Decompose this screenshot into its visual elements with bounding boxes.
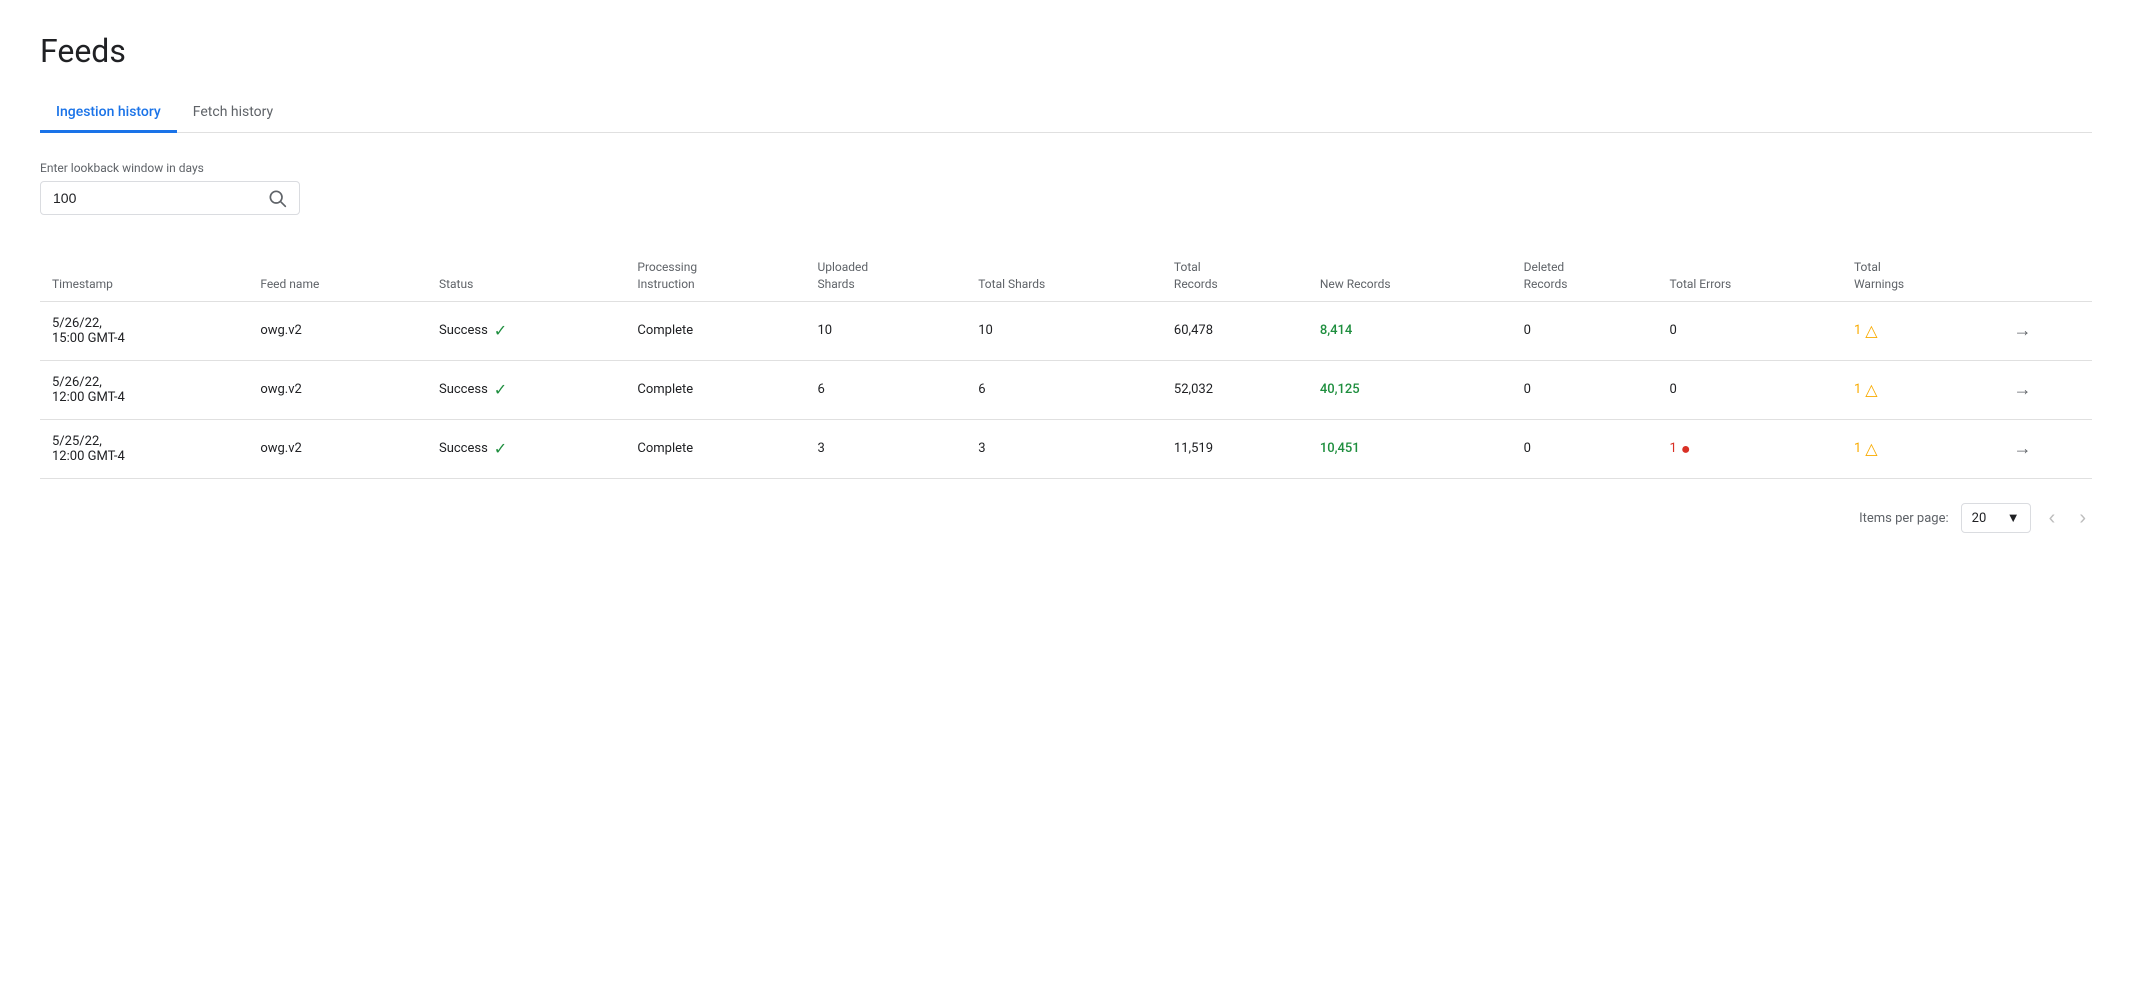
tab-ingestion-history[interactable]: Ingestion history xyxy=(40,94,177,133)
cell-total-records: 11,519 xyxy=(1162,419,1308,478)
cell-timestamp: 5/25/22, 12:00 GMT-4 xyxy=(40,419,248,478)
warning-icon: △ xyxy=(1865,380,1877,399)
cell-total-records: 60,478 xyxy=(1162,301,1308,360)
tabs-container: Ingestion history Fetch history xyxy=(40,94,2092,133)
table-row: 5/26/22, 12:00 GMT-4owg.v2 Success ✓ Comple… xyxy=(40,360,2092,419)
cell-action: → xyxy=(2002,360,2092,419)
search-button[interactable] xyxy=(267,188,287,208)
col-total-shards: Total Shards xyxy=(966,251,1162,301)
cell-deleted-records: 0 xyxy=(1512,419,1658,478)
warning-icon: △ xyxy=(1865,439,1877,458)
items-per-page-label: Items per page: xyxy=(1859,511,1949,526)
col-total-errors: Total Errors xyxy=(1658,251,1842,301)
cell-timestamp: 5/26/22, 15:00 GMT-4 xyxy=(40,301,248,360)
warning-count: 1 xyxy=(1854,382,1861,397)
cell-total-errors: 0 xyxy=(1658,301,1842,360)
row-detail-button[interactable]: → xyxy=(2014,379,2032,400)
table-row: 5/26/22, 15:00 GMT-4owg.v2 Success ✓ Comple… xyxy=(40,301,2092,360)
warning-count: 1 xyxy=(1854,323,1861,338)
tab-fetch-history[interactable]: Fetch history xyxy=(177,94,289,133)
col-total-warnings: TotalWarnings xyxy=(1842,251,2002,301)
page-title: Feeds xyxy=(40,32,2092,70)
cell-new-records: 40,125 xyxy=(1308,360,1512,419)
lookback-input[interactable] xyxy=(53,190,267,206)
col-new-records: New Records xyxy=(1308,251,1512,301)
row-detail-button[interactable]: → xyxy=(2014,438,2032,459)
new-records-value: 10,451 xyxy=(1320,441,1360,456)
cell-total-shards: 3 xyxy=(966,419,1162,478)
cell-feed-name: owg.v2 xyxy=(248,360,427,419)
new-records-value: 40,125 xyxy=(1320,382,1360,397)
status-text: Success xyxy=(439,323,488,338)
cell-total-warnings: 1 △ xyxy=(1842,419,2002,478)
col-total-records: TotalRecords xyxy=(1162,251,1308,301)
cell-status: Success ✓ xyxy=(427,360,625,419)
cell-deleted-records: 0 xyxy=(1512,360,1658,419)
cell-deleted-records: 0 xyxy=(1512,301,1658,360)
pagination-row: Items per page: 20 ▼ ‹ › xyxy=(40,503,2092,534)
lookback-label: Enter lookback window in days xyxy=(40,161,2092,175)
next-page-button[interactable]: › xyxy=(2073,503,2092,534)
status-check-icon: ✓ xyxy=(494,321,507,340)
cell-processing-instruction: Complete xyxy=(625,301,805,360)
cell-uploaded-shards: 3 xyxy=(805,419,966,478)
col-uploaded-shards: UploadedShards xyxy=(805,251,966,301)
cell-total-warnings: 1 △ xyxy=(1842,360,2002,419)
cell-total-shards: 10 xyxy=(966,301,1162,360)
col-status: Status xyxy=(427,251,625,301)
error-icon: ● xyxy=(1681,439,1691,459)
status-text: Success xyxy=(439,382,488,397)
cell-feed-name: owg.v2 xyxy=(248,419,427,478)
items-per-page-select[interactable]: 20 ▼ xyxy=(1961,503,2031,533)
status-check-icon: ✓ xyxy=(494,380,507,399)
warning-icon: △ xyxy=(1865,321,1877,340)
warning-count: 1 xyxy=(1854,441,1861,456)
cell-feed-name: owg.v2 xyxy=(248,301,427,360)
cell-action: → xyxy=(2002,301,2092,360)
cell-total-shards: 6 xyxy=(966,360,1162,419)
col-feed-name: Feed name xyxy=(248,251,427,301)
cell-status: Success ✓ xyxy=(427,301,625,360)
cell-uploaded-shards: 10 xyxy=(805,301,966,360)
cell-status: Success ✓ xyxy=(427,419,625,478)
cell-new-records: 10,451 xyxy=(1308,419,1512,478)
col-action xyxy=(2002,251,2092,301)
table-row: 5/25/22, 12:00 GMT-4owg.v2 Success ✓ Comple… xyxy=(40,419,2092,478)
cell-new-records: 8,414 xyxy=(1308,301,1512,360)
cell-processing-instruction: Complete xyxy=(625,360,805,419)
col-deleted-records: DeletedRecords xyxy=(1512,251,1658,301)
col-processing-instruction: ProcessingInstruction xyxy=(625,251,805,301)
search-icon xyxy=(267,188,287,208)
prev-page-button[interactable]: ‹ xyxy=(2043,503,2062,534)
new-records-value: 8,414 xyxy=(1320,323,1352,338)
cell-total-records: 52,032 xyxy=(1162,360,1308,419)
cell-total-warnings: 1 △ xyxy=(1842,301,2002,360)
items-per-page-value: 20 xyxy=(1972,511,1987,526)
status-check-icon: ✓ xyxy=(494,439,507,458)
cell-timestamp: 5/26/22, 12:00 GMT-4 xyxy=(40,360,248,419)
ingestion-table: Timestamp Feed name Status ProcessingIns… xyxy=(40,251,2092,479)
cell-total-errors: 0 xyxy=(1658,360,1842,419)
error-count: 1 xyxy=(1670,441,1677,456)
cell-uploaded-shards: 6 xyxy=(805,360,966,419)
col-timestamp: Timestamp xyxy=(40,251,248,301)
search-box xyxy=(40,181,300,215)
dropdown-arrow-icon: ▼ xyxy=(2007,510,2020,526)
cell-processing-instruction: Complete xyxy=(625,419,805,478)
status-text: Success xyxy=(439,441,488,456)
cell-total-errors: 1 ● xyxy=(1658,419,1842,478)
row-detail-button[interactable]: → xyxy=(2014,320,2032,341)
cell-action: → xyxy=(2002,419,2092,478)
